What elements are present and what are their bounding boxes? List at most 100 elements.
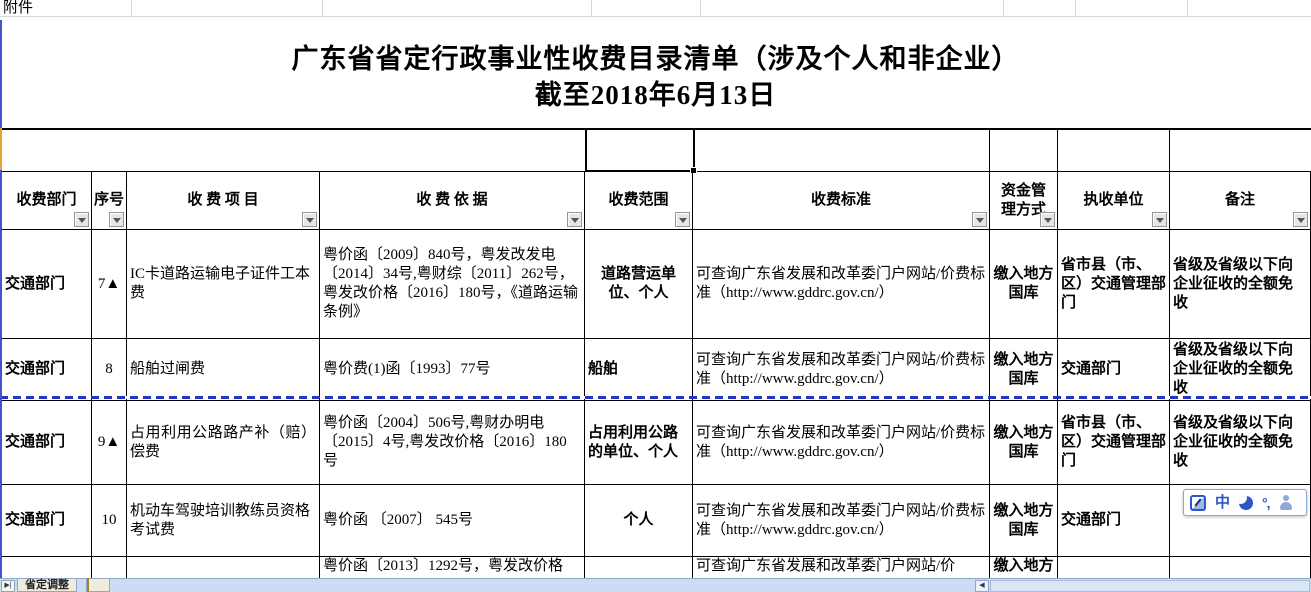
active-cell-selection[interactable] bbox=[585, 128, 695, 172]
ime-user-icon[interactable] bbox=[1279, 495, 1293, 510]
gridline bbox=[1003, 0, 1004, 16]
cell-fund[interactable]: 缴入地方国库 bbox=[990, 401, 1058, 485]
tab-nav-last-button[interactable]: ▶| bbox=[1, 580, 15, 592]
header-unit[interactable]: 执收单位 bbox=[1058, 172, 1170, 230]
cell-empty[interactable] bbox=[990, 130, 1058, 172]
header-scope[interactable]: 收费范围 bbox=[585, 172, 693, 230]
header-label: 收费部门 bbox=[16, 191, 76, 210]
cell-item[interactable] bbox=[127, 557, 320, 580]
cell-unit[interactable]: 交通部门 bbox=[1058, 339, 1170, 401]
hscroll-track[interactable] bbox=[990, 580, 1310, 592]
sheet-tab-insert[interactable] bbox=[86, 579, 110, 592]
cell-fund[interactable]: 缴入地方国库 bbox=[990, 230, 1058, 339]
filter-button[interactable] bbox=[972, 212, 987, 227]
header-dept[interactable]: 收费部门 bbox=[1, 172, 92, 230]
cell-empty[interactable] bbox=[320, 130, 585, 172]
cell-unit[interactable]: 省市县（市、区）交通管理部门 bbox=[1058, 401, 1170, 485]
cell-standard[interactable]: 可查询广东省发展和改革委门户网站/价费标准（http://www.gddrc.g… bbox=[693, 339, 990, 401]
cell-empty[interactable] bbox=[127, 130, 320, 172]
cell-unit[interactable]: 交通部门 bbox=[1058, 485, 1170, 557]
title-cell[interactable]: 广东省省定行政事业性收费目录清单（涉及个人和非企业） 截至2018年6月13日 bbox=[0, 17, 1311, 128]
cell-dept[interactable]: 交通部门 bbox=[1, 485, 92, 557]
cell-no[interactable]: 8 bbox=[92, 339, 127, 401]
cell-remark[interactable] bbox=[1170, 557, 1311, 580]
filter-button[interactable] bbox=[675, 212, 690, 227]
vertical-page-break-line bbox=[0, 20, 2, 578]
header-remark[interactable]: 备注 bbox=[1170, 172, 1311, 230]
hscroll-left-arrow[interactable]: ◀ bbox=[975, 580, 989, 592]
header-label: 收 费 依 据 bbox=[416, 191, 487, 210]
gridline bbox=[131, 0, 132, 16]
cell-standard[interactable]: 可查询广东省发展和改革委门户网站/价 bbox=[693, 557, 990, 580]
cell-empty[interactable] bbox=[1, 130, 92, 172]
ime-halfwidth-moon-icon[interactable] bbox=[1239, 496, 1253, 510]
cell-basis[interactable]: 粤价费(1)函〔1993〕77号 bbox=[320, 339, 585, 401]
filter-button[interactable] bbox=[109, 212, 124, 227]
sheet-top-row: 附件 bbox=[0, 0, 1311, 17]
cell-fund[interactable]: 缴入地方 bbox=[990, 557, 1058, 580]
cell-item[interactable]: 占用利用公路路产补（赔）偿费 bbox=[127, 401, 320, 485]
filter-button[interactable] bbox=[74, 212, 89, 227]
ime-toolbar: 中 °, bbox=[1183, 489, 1307, 516]
cell-unit[interactable] bbox=[1058, 557, 1170, 580]
cell-remark[interactable]: 省级及省级以下向企业征收的全额免收 bbox=[1170, 339, 1311, 401]
cell-item[interactable]: 机动车驾驶培训教练员资格考试费 bbox=[127, 485, 320, 557]
cell-item[interactable]: IC卡道路运输电子证件工本费 bbox=[127, 230, 320, 339]
cell-dept[interactable]: 交通部门 bbox=[1, 230, 92, 339]
cell-empty[interactable] bbox=[92, 130, 127, 172]
cell-basis[interactable]: 粤价函 〔2007〕 545号 bbox=[320, 485, 585, 557]
header-fund[interactable]: 资金管理方式 bbox=[990, 172, 1058, 230]
filter-button[interactable] bbox=[1040, 212, 1055, 227]
header-basis[interactable]: 收 费 依 据 bbox=[320, 172, 585, 230]
cell-item[interactable]: 船舶过闸费 bbox=[127, 339, 320, 401]
cell-standard[interactable]: 可查询广东省发展和改革委门户网站/价费标准（http://www.gddrc.g… bbox=[693, 401, 990, 485]
cell-dept[interactable]: 交通部门 bbox=[1, 401, 92, 485]
cell-basis[interactable]: 粤价函〔2013〕1292号，粤发改价格 bbox=[320, 557, 585, 580]
cell-fund[interactable]: 缴入地方国库 bbox=[990, 339, 1058, 401]
gridline bbox=[1187, 0, 1188, 16]
cell-no[interactable]: 7▲ bbox=[92, 230, 127, 339]
filter-button[interactable] bbox=[567, 212, 582, 227]
chevron-down-icon bbox=[976, 218, 984, 223]
cell-basis[interactable]: 粤价函〔2004〕506号,粤财办明电〔2015〕4号,粤发改价格〔2016〕1… bbox=[320, 401, 585, 485]
filter-button[interactable] bbox=[1293, 212, 1308, 227]
chevron-down-icon bbox=[306, 218, 314, 223]
filter-button[interactable] bbox=[1152, 212, 1167, 227]
cell-scope[interactable]: 个人 bbox=[585, 485, 693, 557]
cell-scope[interactable]: 船舶 bbox=[585, 339, 693, 401]
cell-scope[interactable]: 道路营运单位、个人 bbox=[585, 230, 693, 339]
gridline bbox=[700, 0, 701, 16]
cell-no[interactable] bbox=[92, 557, 127, 580]
attachment-cell[interactable]: 附件 bbox=[3, 0, 33, 16]
cell-unit[interactable]: 省市县（市、区）交通管理部门 bbox=[1058, 230, 1170, 339]
cell-empty[interactable] bbox=[693, 130, 990, 172]
header-label: 序号 bbox=[94, 191, 124, 210]
filter-button[interactable] bbox=[302, 212, 317, 227]
cell-basis[interactable]: 粤价函〔2009〕840号，粤发改发电〔2014〕34号,粤财综〔2011〕26… bbox=[320, 230, 585, 339]
header-no[interactable]: 序号 bbox=[92, 172, 127, 230]
sheet-icon bbox=[87, 578, 89, 592]
cell-empty[interactable] bbox=[1170, 130, 1311, 172]
ime-logo-icon[interactable] bbox=[1190, 495, 1206, 511]
cell-fund[interactable]: 缴入地方国库 bbox=[990, 485, 1058, 557]
empty-row bbox=[1, 130, 1311, 172]
cell-remark[interactable]: 省级及省级以下向企业征收的全额免收 bbox=[1170, 230, 1311, 339]
cell-no[interactable]: 9▲ bbox=[92, 401, 127, 485]
cell-scope[interactable]: 占用利用公路的单位、个人 bbox=[585, 401, 693, 485]
cell-no[interactable]: 10 bbox=[92, 485, 127, 557]
cell-standard[interactable]: 可查询广东省发展和改革委门户网站/价费标准（http://www.gddrc.g… bbox=[693, 230, 990, 339]
cell-empty[interactable] bbox=[1058, 130, 1170, 172]
cell-standard[interactable]: 可查询广东省发展和改革委门户网站/价费标准（http://www.gddrc.g… bbox=[693, 485, 990, 557]
cell-remark[interactable]: 省级及省级以下向企业征收的全额免收 bbox=[1170, 401, 1311, 485]
table-row: 交通部门 8 船舶过闸费 粤价费(1)函〔1993〕77号 船舶 可查询广东省发… bbox=[1, 339, 1311, 401]
cell-dept[interactable] bbox=[1, 557, 92, 580]
sheet-tab-active[interactable]: 省定调整 bbox=[17, 579, 77, 592]
header-label: 收 费 项 目 bbox=[187, 191, 258, 210]
cell-dept[interactable]: 交通部门 bbox=[1, 339, 92, 401]
cell-scope[interactable] bbox=[585, 557, 693, 580]
ime-punctuation-button[interactable]: °, bbox=[1262, 495, 1270, 511]
ime-chinese-mode-button[interactable]: 中 bbox=[1215, 495, 1230, 510]
header-item[interactable]: 收 费 项 目 bbox=[127, 172, 320, 230]
header-standard[interactable]: 收费标准 bbox=[693, 172, 990, 230]
chevron-down-icon bbox=[679, 218, 687, 223]
